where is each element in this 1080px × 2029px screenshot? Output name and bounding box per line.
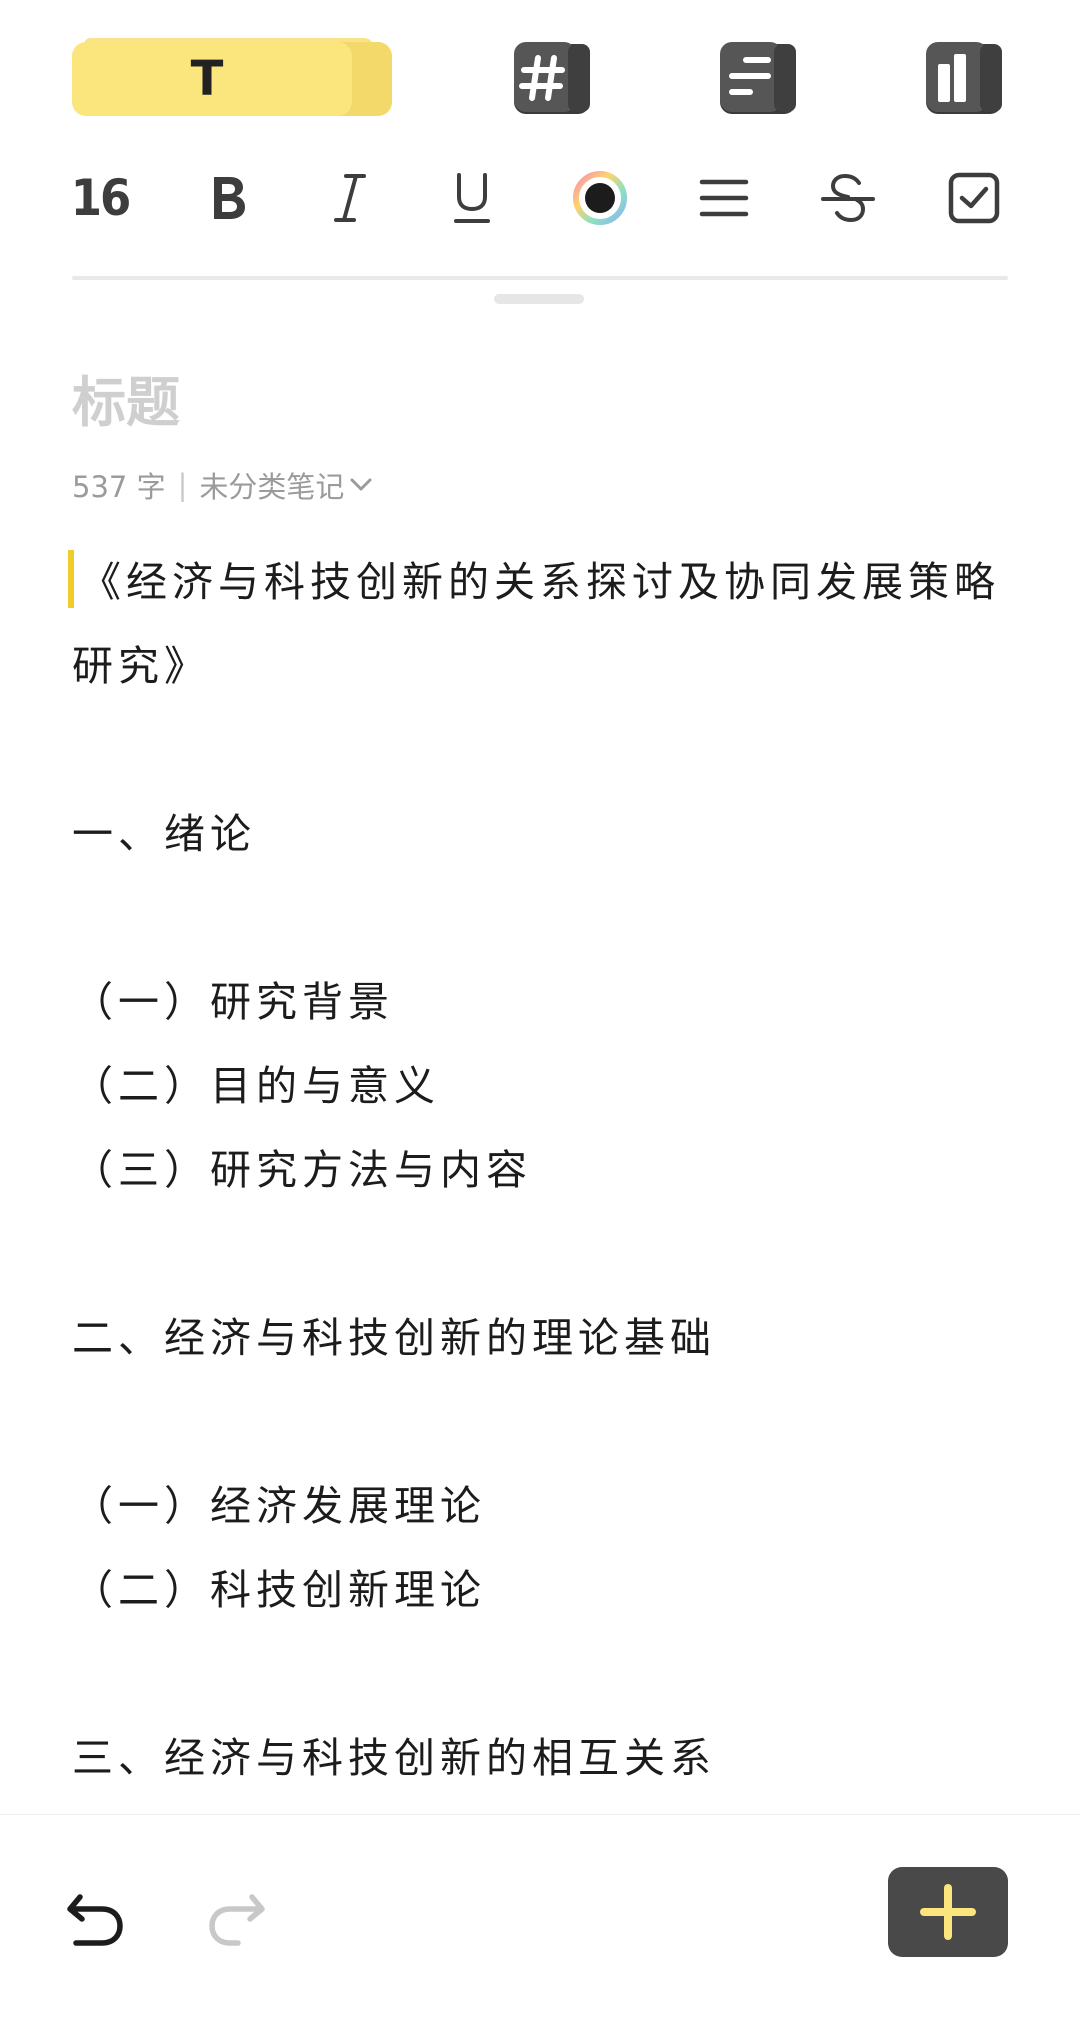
align-button[interactable] (698, 160, 750, 236)
note-line: 《经济与科技创新的关系探讨及协同发展策略研究》 (68, 540, 1008, 708)
add-button[interactable] (888, 1867, 1008, 1957)
note-line: （二）目的与意义 (72, 1062, 440, 1110)
hashtag-icon (514, 42, 590, 114)
color-icon (573, 171, 627, 225)
outline-icon (720, 42, 796, 114)
undo-icon (67, 1894, 123, 1946)
format-toolbar: 16 (70, 160, 1008, 236)
note-line: （一）经济发展理论 (72, 1482, 486, 1530)
chevron-down-icon (350, 478, 372, 491)
font-size-value: 16 (70, 169, 132, 227)
mode-tabs: T (72, 38, 1008, 120)
underline-icon (454, 173, 490, 223)
heading-text: 《经济与科技创新的关系探讨及协同发展策略研究》 (72, 558, 1000, 690)
note-line: 三、经济与科技创新的相互关系 (72, 1734, 716, 1782)
undo-button[interactable] (62, 1883, 132, 1953)
note-line: （二）科技创新理论 (72, 1566, 486, 1614)
category-selector[interactable]: 未分类笔记 (199, 464, 376, 506)
category-label: 未分类笔记 (199, 470, 345, 504)
text-mode-tab[interactable]: T (72, 38, 392, 116)
word-count: 537 字 (72, 470, 166, 504)
redo-icon (209, 1894, 265, 1946)
note-meta: 537 字 | 未分类笔记 (72, 464, 376, 506)
note-line: 一、绪论 (72, 810, 256, 858)
text-mode-label: T (190, 51, 224, 107)
meta-separator: | (177, 468, 188, 502)
font-size-button[interactable]: 16 (70, 160, 132, 236)
italic-icon (334, 174, 366, 222)
drag-handle[interactable] (494, 294, 584, 304)
note-line: （三）研究方法与内容 (72, 1146, 532, 1194)
checklist-button[interactable] (946, 160, 1002, 236)
align-icon (699, 179, 749, 217)
underline-button[interactable] (450, 160, 494, 236)
strikethrough-button[interactable] (820, 160, 876, 236)
text-cursor (68, 550, 74, 608)
bold-button[interactable] (200, 160, 256, 236)
note-title-input[interactable]: 标题 (72, 358, 180, 437)
note-body[interactable]: 《经济与科技创新的关系探讨及协同发展策略研究》 一、绪论 （一）研究背景 （二）… (68, 540, 1008, 1800)
bold-icon (214, 177, 245, 219)
tag-mode-tab[interactable] (510, 38, 596, 116)
text-color-button[interactable] (570, 160, 630, 236)
bottom-toolbar (0, 1814, 1080, 2029)
checkbox-icon (948, 172, 1000, 224)
note-line: 二、经济与科技创新的理论基础 (72, 1314, 716, 1362)
outline-mode-tab[interactable] (716, 38, 802, 116)
toolbar-divider (72, 276, 1008, 280)
redo-button[interactable] (200, 1883, 270, 1953)
layout-mode-tab[interactable] (922, 38, 1008, 116)
strikethrough-icon (821, 173, 875, 223)
note-line: （一）研究背景 (72, 978, 394, 1026)
add-icon (920, 1884, 976, 1940)
italic-button[interactable] (330, 160, 370, 236)
layout-icon (926, 42, 1002, 114)
